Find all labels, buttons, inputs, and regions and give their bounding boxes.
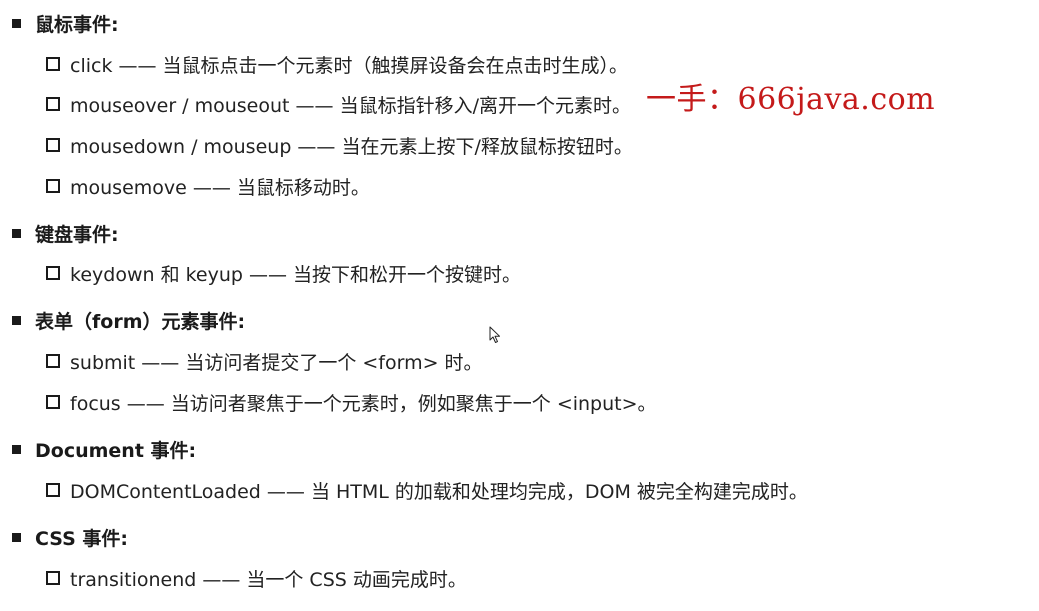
list-item-mousemove: mousemove —— 当鼠标移动时。 (46, 173, 370, 199)
item-text: click —— 当鼠标点击一个元素时（触摸屏设备会在点击时生成）。 (70, 54, 629, 77)
heading-text: Document 事件: (35, 439, 197, 462)
section-heading-form-events: 表单（form）元素事件: (12, 307, 245, 333)
event-list-slide: 鼠标事件: click —— 当鼠标点击一个元素时（触摸屏设备会在点击时生成）。… (0, 0, 1039, 611)
item-text: submit —— 当访问者提交了一个 <form> 时。 (70, 351, 483, 374)
heading-text: CSS 事件: (35, 527, 129, 550)
filled-square-bullet-icon (12, 315, 21, 325)
list-item-submit: submit —— 当访问者提交了一个 <form> 时。 (46, 348, 483, 374)
hollow-square-bullet-icon (46, 395, 60, 409)
hollow-square-bullet-icon (46, 138, 60, 152)
item-text: transitionend —— 当一个 CSS 动画完成时。 (70, 568, 467, 591)
filled-square-bullet-icon (12, 18, 21, 28)
list-item-transitionend: transitionend —— 当一个 CSS 动画完成时。 (46, 565, 467, 591)
item-text: mousedown / mouseup —— 当在元素上按下/释放鼠标按钮时。 (70, 135, 633, 158)
watermark: 一手：666java.com (646, 82, 936, 117)
hollow-square-bullet-icon (46, 571, 60, 585)
hollow-square-bullet-icon (46, 97, 60, 111)
list-item-domcontentloaded: DOMContentLoaded —— 当 HTML 的加载和处理均完成，DOM… (46, 477, 808, 503)
heading-text: 键盘事件: (35, 223, 119, 246)
heading-text: 鼠标事件: (35, 13, 119, 36)
list-item-mouseover: mouseover / mouseout —— 当鼠标指针移入/离开一个元素时。 (46, 91, 631, 117)
filled-square-bullet-icon (12, 444, 21, 454)
hollow-square-bullet-icon (46, 483, 60, 497)
mouse-pointer-icon (489, 326, 500, 343)
hollow-square-bullet-icon (46, 57, 60, 71)
filled-square-bullet-icon (12, 228, 21, 238)
hollow-square-bullet-icon (46, 354, 60, 368)
item-text: focus —— 当访问者聚焦于一个元素时，例如聚焦于一个 <input>。 (70, 392, 657, 415)
section-heading-document-events: Document 事件: (12, 436, 196, 462)
section-heading-css-events: CSS 事件: (12, 524, 128, 550)
section-heading-keyboard-events: 键盘事件: (12, 220, 119, 246)
hollow-square-bullet-icon (46, 266, 60, 280)
item-text: DOMContentLoaded —— 当 HTML 的加载和处理均完成，DOM… (70, 480, 808, 503)
hollow-square-bullet-icon (46, 179, 60, 193)
heading-text: 表单（form）元素事件: (35, 310, 246, 333)
filled-square-bullet-icon (12, 532, 21, 542)
item-text: mousemove —— 当鼠标移动时。 (70, 176, 370, 199)
item-text: mouseover / mouseout —— 当鼠标指针移入/离开一个元素时。 (70, 94, 631, 117)
list-item-mousedown: mousedown / mouseup —— 当在元素上按下/释放鼠标按钮时。 (46, 132, 633, 158)
section-heading-mouse-events: 鼠标事件: (12, 10, 119, 36)
list-item-keydown: keydown 和 keyup —— 当按下和松开一个按键时。 (46, 260, 521, 286)
list-item-focus: focus —— 当访问者聚焦于一个元素时，例如聚焦于一个 <input>。 (46, 389, 657, 415)
item-text: keydown 和 keyup —— 当按下和松开一个按键时。 (70, 263, 522, 286)
list-item-click: click —— 当鼠标点击一个元素时（触摸屏设备会在点击时生成）。 (46, 51, 628, 77)
